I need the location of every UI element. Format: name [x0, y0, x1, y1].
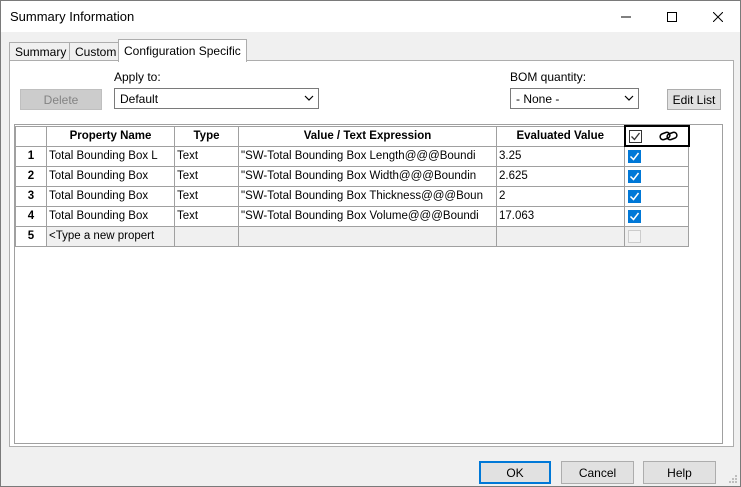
minimize-icon	[621, 16, 631, 17]
type-cell[interactable]: Text	[174, 145, 239, 167]
type-cell[interactable]	[174, 225, 239, 247]
bom-quantity-label: BOM quantity:	[510, 70, 587, 84]
flags-cell	[624, 225, 689, 247]
checked-checkbox-icon[interactable]	[628, 169, 641, 183]
column-header-property-name[interactable]: Property Name	[46, 125, 175, 147]
value-cell[interactable]: "SW-Total Bounding Box Thickness@@@Boun	[238, 185, 497, 207]
apply-to-dropdown[interactable]: Default	[114, 88, 319, 109]
column-header-type[interactable]: Type	[174, 125, 239, 147]
evaluated-value-cell: 2.625	[496, 165, 625, 187]
type-cell[interactable]: Text	[174, 205, 239, 227]
flags-cell	[624, 185, 689, 207]
evaluated-value-cell: 2	[496, 185, 625, 207]
property-name-cell[interactable]: Total Bounding Box	[46, 165, 175, 187]
close-button[interactable]	[695, 1, 741, 32]
type-cell[interactable]: Text	[174, 165, 239, 187]
value-cell[interactable]: "SW-Total Bounding Box Width@@@Boundin	[238, 165, 497, 187]
apply-to-label: Apply to:	[114, 70, 161, 84]
close-icon	[713, 11, 723, 22]
configuration-specific-panel: Delete Apply to: Default BOM quantity: -…	[9, 60, 734, 447]
resize-grip-icon[interactable]	[728, 474, 738, 484]
new-property-name-cell[interactable]: <Type a new propert	[46, 225, 175, 247]
row-number[interactable]: 1	[15, 145, 47, 167]
table-row[interactable]: 4 Total Bounding Box Text "SW-Total Boun…	[15, 205, 689, 227]
table-row[interactable]: 2 Total Bounding Box Text "SW-Total Boun…	[15, 165, 689, 187]
flags-cell	[624, 145, 689, 167]
minimize-button[interactable]	[603, 1, 649, 32]
properties-grid: Property Name Type Value / Text Expressi…	[14, 124, 723, 444]
property-name-cell[interactable]: Total Bounding Box	[46, 185, 175, 207]
bom-quantity-dropdown[interactable]: - None -	[510, 88, 639, 109]
disabled-checkbox-icon	[628, 229, 641, 243]
help-button[interactable]: Help	[643, 461, 716, 484]
title-bar: Summary Information	[1, 1, 740, 32]
flags-cell	[624, 165, 689, 187]
chevron-down-icon	[304, 95, 314, 101]
ok-button[interactable]: OK	[479, 461, 551, 484]
evaluated-value-cell: 3.25	[496, 145, 625, 167]
checked-checkbox-icon[interactable]	[628, 149, 641, 163]
checked-checkbox-icon[interactable]	[628, 209, 641, 223]
edit-list-button[interactable]: Edit List	[667, 89, 721, 110]
type-cell[interactable]: Text	[174, 185, 239, 207]
select-all-corner[interactable]	[15, 125, 47, 147]
delete-button[interactable]: Delete	[20, 89, 102, 110]
row-number[interactable]: 3	[15, 185, 47, 207]
header-checkbox-icon[interactable]	[628, 129, 642, 143]
value-cell[interactable]	[238, 225, 497, 247]
column-header-evaluated-value[interactable]: Evaluated Value	[496, 125, 625, 147]
property-name-cell[interactable]: Total Bounding Box	[46, 205, 175, 227]
evaluated-value-cell	[496, 225, 625, 247]
column-header-value[interactable]: Value / Text Expression	[238, 125, 497, 147]
chevron-down-icon	[624, 95, 634, 101]
tab-custom[interactable]: Custom	[69, 42, 123, 61]
property-name-cell[interactable]: Total Bounding Box L	[46, 145, 175, 167]
row-number[interactable]: 2	[15, 165, 47, 187]
table-header-row: Property Name Type Value / Text Expressi…	[15, 125, 690, 147]
apply-to-value: Default	[120, 92, 159, 106]
table-row[interactable]: 3 Total Bounding Box Text "SW-Total Boun…	[15, 185, 689, 207]
maximize-icon	[667, 11, 677, 22]
row-number[interactable]: 4	[15, 205, 47, 227]
link-icon[interactable]	[659, 130, 679, 142]
table-row[interactable]: 1 Total Bounding Box L Text "SW-Total Bo…	[15, 145, 689, 167]
bom-quantity-value: - None -	[516, 92, 560, 106]
new-property-row[interactable]: 5 <Type a new propert	[15, 225, 689, 247]
column-header-flags	[623, 125, 690, 147]
evaluated-value-cell: 17.063	[496, 205, 625, 227]
tab-configuration-specific[interactable]: Configuration Specific	[118, 39, 247, 62]
value-cell[interactable]: "SW-Total Bounding Box Length@@@Boundi	[238, 145, 497, 167]
properties-table: Property Name Type Value / Text Expressi…	[15, 125, 690, 247]
window-title: Summary Information	[10, 9, 135, 24]
value-cell[interactable]: "SW-Total Bounding Box Volume@@@Boundi	[238, 205, 497, 227]
row-number[interactable]: 5	[15, 225, 47, 247]
tab-summary[interactable]: Summary	[9, 42, 73, 61]
cancel-button[interactable]: Cancel	[561, 461, 634, 484]
checked-checkbox-icon[interactable]	[628, 189, 641, 203]
summary-information-dialog: Summary Information Summary Custom Confi…	[0, 0, 741, 487]
maximize-button[interactable]	[649, 1, 695, 32]
flags-cell	[624, 205, 689, 227]
